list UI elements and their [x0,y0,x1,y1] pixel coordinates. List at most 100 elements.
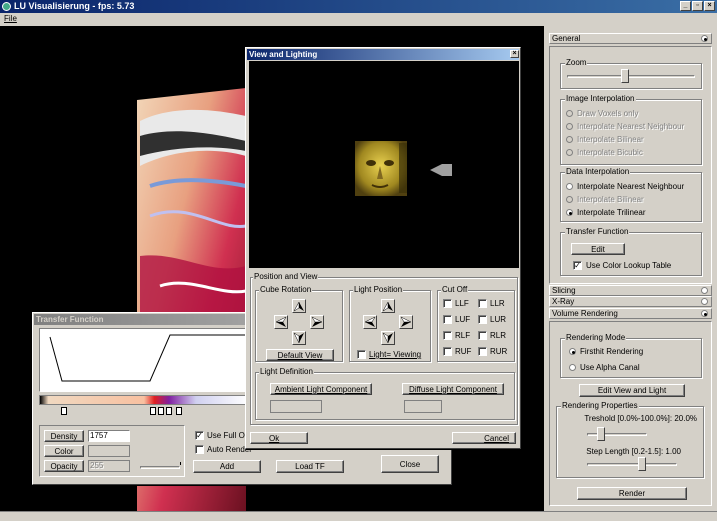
ok-button[interactable]: Ok [250,432,308,444]
data-nearest-label[interactable]: Interpolate Nearest Neighbour [577,182,684,192]
opacity-button[interactable]: Opacity [44,460,84,472]
use-lut-checkbox[interactable]: ✓ [573,261,582,270]
zoom-slider-track[interactable] [567,75,695,78]
section-xray[interactable]: X-Ray [549,296,712,307]
vl-close-icon[interactable]: × [510,50,519,58]
diffuse-light-button[interactable]: Diffuse Light Component [402,383,504,395]
light-left-button[interactable] [363,315,377,329]
img-bicubic-label: Interpolate Bicubic [577,148,643,157]
light-viewing-label[interactable]: Light= Viewing [369,350,421,360]
cut-rlr-label[interactable]: RLR [490,331,506,341]
tf-marker[interactable] [61,407,67,415]
cut-lur-label[interactable]: LUR [490,315,506,325]
treshold-slider-track[interactable] [587,433,647,436]
light-right-button[interactable] [399,315,413,329]
vl-window-title: View and Lighting [247,49,519,60]
ambient-light-button[interactable]: Ambient Light Component [270,383,372,395]
section-slicing-radio[interactable] [701,287,708,294]
add-button[interactable]: Add [193,460,261,473]
vl-preview[interactable] [249,61,519,268]
tf-marker[interactable] [150,407,156,415]
light-viewing-checkbox[interactable] [357,350,366,359]
render-button[interactable]: Render [577,487,687,500]
use-full-opacity-checkbox[interactable]: ✓ [195,431,204,440]
cut-llr-label[interactable]: LLR [490,299,505,309]
treshold-slider-thumb[interactable] [597,427,606,441]
tf-marker[interactable] [176,407,182,415]
firsthit-label[interactable]: Firsthit Rendering [580,347,643,357]
data-trilinear-radio[interactable] [566,209,573,216]
color-swatch[interactable] [88,445,130,457]
step-slider-track[interactable] [587,463,677,466]
section-slicing[interactable]: Slicing [549,285,712,296]
menu-file[interactable]: File [4,14,17,23]
opacity-slider-track[interactable] [140,466,180,469]
data-bilinear-label: Interpolate Bilinear [577,195,644,204]
cut-llr-checkbox[interactable] [478,299,487,308]
data-trilinear-label[interactable]: Interpolate Trilinear [577,208,645,218]
section-general-radio[interactable] [701,35,708,42]
close-icon[interactable]: × [704,1,715,11]
draw-voxels-label: Draw Voxels only [577,109,639,118]
light-definition-label: Light Definition [259,367,314,377]
light-position-group: Light Position Light= Viewing [349,285,431,362]
cube-up-button[interactable] [292,299,306,313]
color-button[interactable]: Color [44,445,84,457]
cut-llf-label[interactable]: LLF [455,299,469,309]
cut-rlf-checkbox[interactable] [443,331,452,340]
cube-left-button[interactable] [274,315,288,329]
section-volume-rendering[interactable]: Volume Rendering [549,308,712,319]
cut-rur-label[interactable]: RUR [490,347,507,357]
alpha-canal-radio[interactable] [569,364,576,371]
cut-rlr-checkbox[interactable] [478,331,487,340]
cut-lur-checkbox[interactable] [478,315,487,324]
cube-down-button[interactable] [292,331,306,345]
section-xray-label: X-Ray [552,297,575,306]
cancel-button[interactable]: Cancel [452,432,516,444]
draw-voxels-radio [566,110,573,117]
tf-curve-area[interactable] [39,328,249,392]
auto-render-checkbox[interactable] [195,445,204,454]
diffuse-swatch[interactable] [404,400,442,413]
firsthit-radio[interactable] [569,348,576,355]
use-lut-label[interactable]: Use Color Lookup Table [586,261,671,271]
cut-ruf-label[interactable]: RUF [455,347,471,357]
tf-marker[interactable] [166,407,172,415]
position-view-label: Position and View [253,272,319,282]
cut-llf-checkbox[interactable] [443,299,452,308]
head-render [355,141,407,196]
step-slider-thumb[interactable] [637,457,646,471]
density-button[interactable]: Density [44,430,84,442]
transfer-function-group: Transfer Function Edit ✓ Use Color Looku… [560,227,702,276]
cut-rur-checkbox[interactable] [478,347,487,356]
img-nearest-label: Interpolate Nearest Neighbour [577,122,685,131]
cube-right-button[interactable] [310,315,324,329]
section-general[interactable]: General [549,33,712,44]
data-interpolation-label: Data Interpolation [565,167,631,177]
tf-marker[interactable] [158,407,164,415]
load-tf-button[interactable]: Load TF [276,460,344,473]
right-panel: General Zoom Image Interpolation Draw Vo… [544,26,717,511]
light-down-button[interactable] [381,331,395,345]
section-xray-radio[interactable] [701,298,708,305]
ambient-swatch[interactable] [270,400,322,413]
close-button[interactable]: Close [381,455,439,473]
cut-rlf-label[interactable]: RLF [455,331,470,341]
maximize-icon[interactable]: ▫ [692,1,703,11]
default-view-button[interactable]: Default View [266,349,334,361]
data-nearest-radio[interactable] [566,183,573,190]
minimize-icon[interactable]: _ [680,1,691,11]
use-full-opacity-label[interactable]: Use Full Op [207,431,249,441]
edit-view-light-button[interactable]: Edit View and Light [579,384,685,397]
tf-color-bar[interactable] [39,395,249,405]
section-volume-rendering-radio[interactable] [701,310,708,317]
cut-luf-label[interactable]: LUF [455,315,470,325]
cut-ruf-checkbox[interactable] [443,347,452,356]
alpha-canal-label[interactable]: Use Alpha Canal [580,363,640,373]
density-input[interactable]: 1757 [88,430,130,442]
cut-luf-checkbox[interactable] [443,315,452,324]
light-up-button[interactable] [381,299,395,313]
zoom-slider-thumb[interactable] [621,69,629,83]
rendering-properties-label: Rendering Properties [561,401,639,411]
tf-edit-button[interactable]: Edit [571,243,625,255]
